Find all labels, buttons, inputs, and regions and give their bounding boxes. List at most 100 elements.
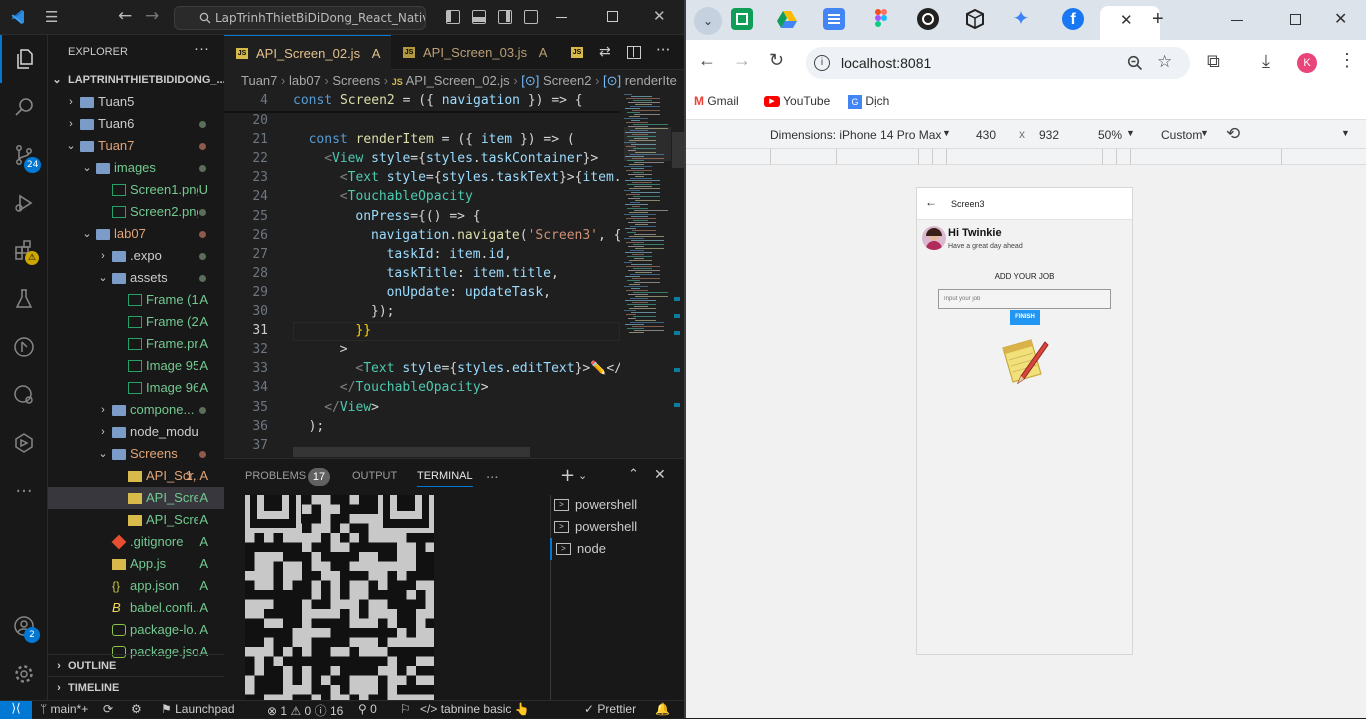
- back-arrow-icon[interactable]: ←: [925, 195, 937, 209]
- breadcrumb-item[interactable]: lab07: [289, 73, 321, 88]
- minimize-icon[interactable]: [1231, 20, 1243, 21]
- ports-status[interactable]: ⚲ 0: [358, 702, 377, 716]
- terminal-item-powershell[interactable]: > powershell: [550, 516, 684, 538]
- tree-item[interactable]: ⌄ images: [48, 157, 224, 179]
- extensions-icon[interactable]: ⚠: [0, 227, 48, 275]
- new-tab-icon[interactable]: +: [1152, 8, 1164, 31]
- facebook-tab-icon[interactable]: f: [1062, 8, 1084, 30]
- tab-overflow[interactable]: JS: [559, 35, 587, 70]
- tree-item[interactable]: Bbabel.confi... A: [48, 597, 224, 619]
- code-line[interactable]: </TouchableOpacity>: [340, 380, 489, 395]
- outline-section[interactable]: › OUTLINE: [48, 654, 224, 676]
- code-editor[interactable]: 4 const Screen2 = ({ navigation }) => {20…: [224, 92, 629, 458]
- device-dimensions-select[interactable]: Dimensions: iPhone 14 Pro Max: [770, 128, 941, 142]
- explorer-more-icon[interactable]: ···: [194, 40, 209, 57]
- more-icon[interactable]: ···: [0, 467, 48, 515]
- code-line[interactable]: taskId: item.id,: [387, 247, 512, 262]
- testing-icon[interactable]: [0, 275, 48, 323]
- tree-item[interactable]: ⌄ lab07: [48, 223, 224, 245]
- back-arrow-icon[interactable]: ←: [698, 50, 716, 71]
- tree-item[interactable]: ⌄ Tuan7: [48, 135, 224, 157]
- scrollbar-thumb[interactable]: [672, 132, 684, 168]
- code-line[interactable]: <View style={styles.taskContainer}>: [324, 151, 598, 166]
- tree-item[interactable]: API_Scr...1, A: [48, 465, 224, 487]
- extensions-puzzle-icon[interactable]: ⧉: [1207, 51, 1220, 72]
- tab-problems[interactable]: PROBLEMS: [245, 470, 306, 482]
- tree-item[interactable]: API_Scree...A: [48, 487, 224, 509]
- code-line[interactable]: <TouchableOpacity: [340, 189, 473, 204]
- breadcrumb-item[interactable]: renderIte: [625, 73, 677, 88]
- code-line[interactable]: taskTitle: item.title,: [387, 266, 559, 281]
- toggle-panel-icon[interactable]: [472, 10, 486, 24]
- code-line[interactable]: </View>: [324, 400, 379, 415]
- tabnine-indicator[interactable]: </> tabnine basic 👆: [420, 702, 530, 716]
- search-icon[interactable]: [0, 83, 48, 131]
- tree-item[interactable]: Frame (1)....A: [48, 289, 224, 311]
- reload-icon[interactable]: ↻: [769, 50, 784, 71]
- tab-api-screen-02[interactable]: JS API_Screen_02.js A: [224, 35, 391, 70]
- caret-down-icon[interactable]: ▼: [942, 128, 951, 138]
- minimize-icon[interactable]: [556, 17, 567, 18]
- maximize-icon[interactable]: [607, 11, 618, 22]
- sheets-tab-icon[interactable]: [731, 8, 753, 30]
- tree-item[interactable]: › Tuan5: [48, 91, 224, 113]
- terminal-item-powershell[interactable]: > powershell: [550, 494, 684, 516]
- code-line[interactable]: onPress={() => {: [355, 209, 480, 224]
- site-info-icon[interactable]: i: [814, 55, 830, 71]
- code-line[interactable]: );: [309, 419, 325, 434]
- launchpad-button[interactable]: ⚑ Launchpad: [161, 702, 235, 716]
- forward-arrow-icon[interactable]: →: [145, 6, 159, 26]
- code-line[interactable]: navigation.navigate('Screen3', {: [371, 228, 622, 243]
- vertical-scrollbar[interactable]: [671, 92, 684, 458]
- chatgpt-tab-icon[interactable]: [917, 8, 939, 30]
- timeline-section[interactable]: › TIMELINE: [48, 676, 224, 698]
- tree-item[interactable]: package-lo... A: [48, 619, 224, 641]
- more-options-icon[interactable]: ▼: [1341, 128, 1350, 138]
- tab-api-screen-03[interactable]: JS API_Screen_03.js A: [391, 35, 559, 70]
- menu-icon[interactable]: ☰: [45, 8, 58, 26]
- breadcrumb-item[interactable]: API_Screen_02.js: [406, 73, 510, 88]
- tree-item[interactable]: ⌄ assets: [48, 267, 224, 289]
- new-terminal-icon[interactable]: +: [560, 465, 575, 486]
- job-input[interactable]: [938, 289, 1111, 309]
- rotate-icon[interactable]: ⟲: [1226, 124, 1240, 144]
- tree-item[interactable]: App.js A: [48, 553, 224, 575]
- explorer-icon[interactable]: [0, 35, 48, 83]
- maximize-panel-icon[interactable]: ⌃: [628, 467, 639, 482]
- code-line[interactable]: <Text style={styles.taskText}>{item.t: [340, 170, 630, 185]
- editor-more-icon[interactable]: ···: [656, 41, 670, 59]
- tab-search-chevron-icon[interactable]: ⌄: [694, 7, 722, 35]
- tab-terminal[interactable]: TERMINAL: [417, 470, 473, 487]
- prettier-status[interactable]: ✓ Prettier: [584, 702, 636, 716]
- code-line[interactable]: const Screen2 = ({ navigation }) => {: [293, 93, 583, 108]
- close-window-icon[interactable]: ✕: [1334, 9, 1347, 29]
- tree-item[interactable]: API_Scree...A: [48, 509, 224, 531]
- settings-gear-icon[interactable]: [0, 650, 48, 698]
- compare-changes-icon[interactable]: ⇄: [599, 44, 611, 60]
- toggle-sidebar-icon[interactable]: [446, 10, 460, 24]
- width-input[interactable]: 430: [976, 128, 996, 142]
- tree-item[interactable]: Image 95....A: [48, 355, 224, 377]
- tree-item[interactable]: Image 96....A: [48, 377, 224, 399]
- tab-output[interactable]: OUTPUT: [352, 470, 397, 482]
- tree-item[interactable]: Frame (2)....A: [48, 311, 224, 333]
- active-tab-facebook[interactable]: f ✕: [1062, 6, 1160, 40]
- chevron-down-icon[interactable]: ⌄: [578, 469, 587, 482]
- maximize-icon[interactable]: [1290, 14, 1301, 25]
- tree-item[interactable]: › node_modules: [48, 421, 224, 443]
- terminal-item-node[interactable]: > node: [550, 538, 684, 560]
- code-line[interactable]: >: [340, 342, 348, 357]
- expo-tools-icon[interactable]: [0, 419, 48, 467]
- horizontal-scrollbar[interactable]: [293, 447, 530, 457]
- bookmark-translate[interactable]: G Dịch: [848, 94, 889, 109]
- code-line[interactable]: onUpdate: updateTask,: [387, 285, 551, 300]
- url-text[interactable]: localhost:8081: [841, 55, 931, 71]
- split-editor-icon[interactable]: [627, 46, 641, 59]
- tree-item[interactable]: › compone...: [48, 399, 224, 421]
- code-line[interactable]: const renderItem = ({ item }) => (: [309, 132, 575, 147]
- address-bar[interactable]: i localhost:8081 ☆: [806, 47, 1190, 79]
- back-arrow-icon[interactable]: ←: [118, 6, 132, 26]
- caret-down-icon[interactable]: ▼: [1200, 128, 1209, 138]
- height-input[interactable]: 932: [1039, 128, 1059, 142]
- zoom-select[interactable]: 50%: [1098, 128, 1122, 142]
